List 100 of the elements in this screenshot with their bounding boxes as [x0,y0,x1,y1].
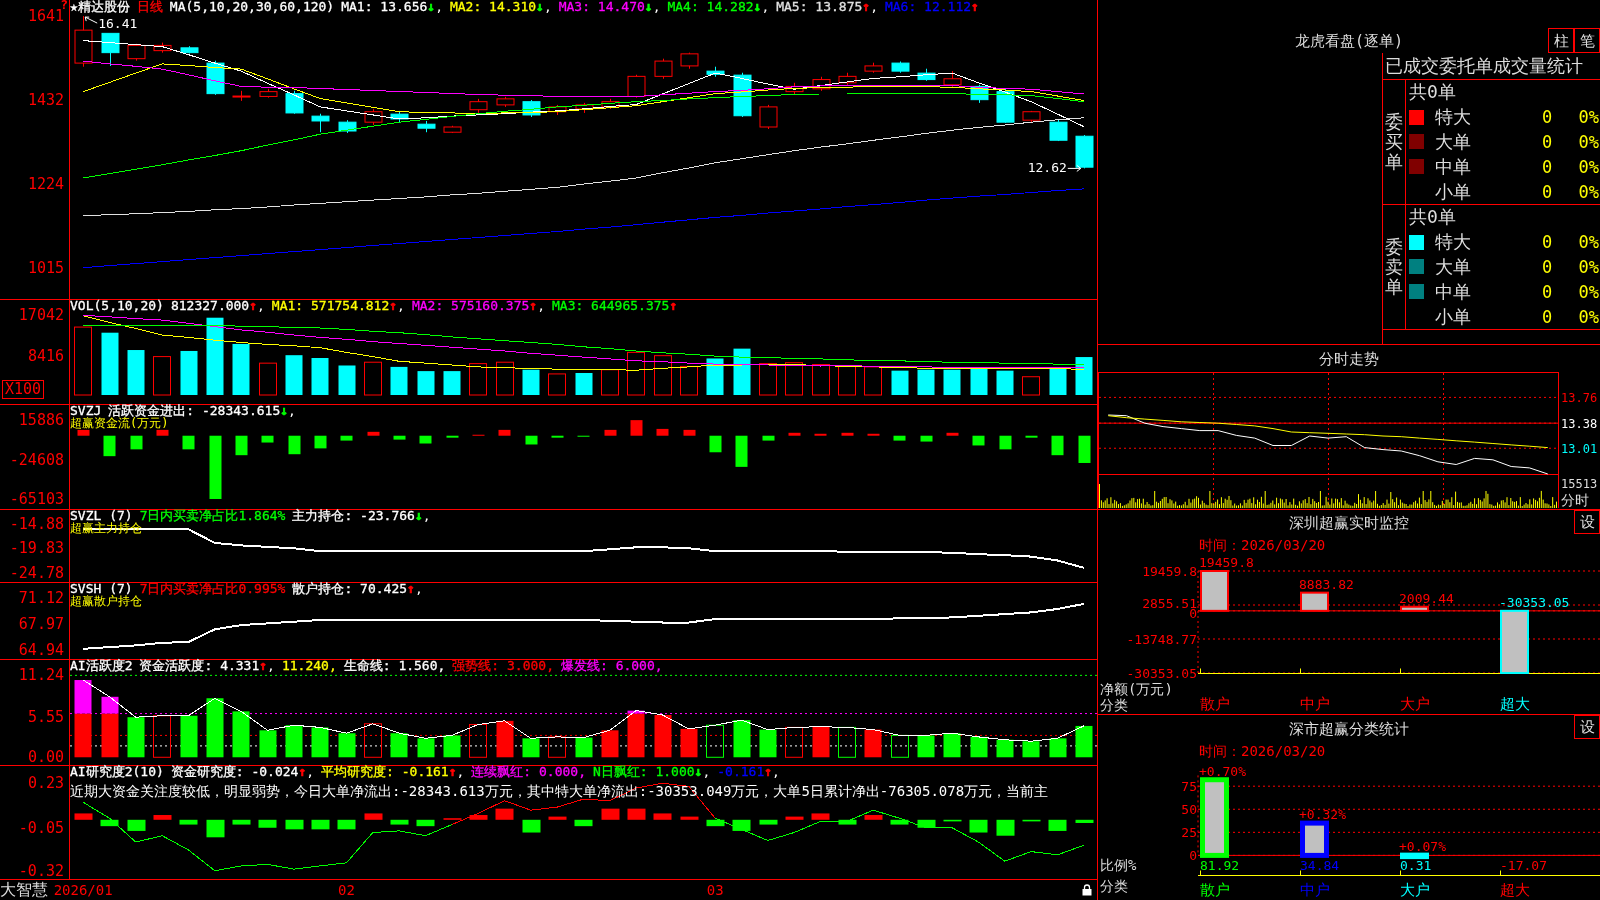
axis-tick-label: 15886 [18,411,64,430]
chart-bar [1500,609,1529,674]
trend-arrow: ↑, [862,0,878,13]
legend-item: N日飘红: 1.000 [593,765,695,778]
volume-bar [469,363,487,396]
research-bar [1048,819,1067,831]
order-count: 0 [1541,281,1553,302]
activity-bar [891,734,909,758]
fund-flow-bar [367,431,380,436]
axis-tick-label: 0 [1189,848,1197,864]
activity-bar [206,698,224,758]
research-bar [74,813,93,820]
legend-item: 主力持仓: -23.766 [292,509,415,522]
change-label: +0.70% [1199,763,1246,779]
trend-arrow: ↓, [694,765,711,778]
axis-tick-label: 1015 [27,258,64,277]
research-bar [337,819,356,830]
fund-flow-bar [709,435,722,453]
research-bar [416,819,435,827]
legend-item: 日线 [136,0,163,13]
volume-bar [390,366,408,395]
lock-icon[interactable] [1082,884,1092,896]
candle [364,108,383,126]
trend-arrow: ↓, [414,509,431,522]
legend-item: 强势线: 3.000, [452,659,554,672]
fund-flow-bar [604,429,617,436]
legend-item: MA5: 13.875 [776,0,863,13]
activity-bar [127,717,145,758]
axis-tick-label: 71.12 [18,588,64,607]
volume-bar [575,373,593,395]
chart-bar [1400,852,1429,860]
candle [232,90,251,102]
candle [101,32,120,67]
trend-arrow: ↑, [389,299,405,312]
order-share: 0% [1578,232,1600,253]
axis-title: 分类 [1100,878,1128,894]
view-toggle-button[interactable]: 柱 [1548,28,1574,53]
candle [127,43,146,62]
legend-item: MA3: 644965.375 [552,299,670,312]
activity-bar [970,736,988,758]
axis-tick-label: -14.88 [9,515,64,534]
fund-flow-bar [340,435,353,441]
activity-bar [259,730,277,758]
activity-bar [864,729,882,758]
research-bar [943,819,962,822]
panel-title: 深市超赢分类统计 [1289,719,1409,738]
settings-button[interactable]: 设 [1574,715,1600,739]
volume-bar [706,358,724,395]
trend-arrow: ↑, [448,765,465,778]
activity-bar [575,737,593,758]
candle [917,68,936,82]
candle [548,104,567,116]
volume-bar [443,371,461,395]
candle [285,90,304,115]
axis-title: 比例% [1100,857,1137,873]
volume-bar [654,355,672,396]
volume-bar [917,369,935,395]
activity-bar [74,680,92,714]
category-label: 大户 [1400,881,1430,899]
legend-item: MA3: 14.470 [558,0,645,13]
axis-tick-label: -0.32 [18,861,64,880]
volume-bar [759,363,777,396]
fund-flow-bar [498,429,511,436]
activity-bar [232,711,250,758]
fund-flow-bar [972,435,985,446]
activity-bar [153,715,171,758]
legend-item: MA2: 575160.375 [411,299,530,312]
order-size-label: 大单 [1435,256,1471,278]
volume-bar [838,365,856,396]
category-label: 大户 [1400,695,1430,713]
fund-flow-bar [841,432,854,436]
volume-bar [338,365,356,395]
activity-bar [943,733,961,758]
legend-item: 资金研究度: -0.024 [170,765,299,778]
research-bar [469,815,488,820]
legend-item: MA2: 14.310 [449,0,537,13]
arrow-icon [1067,164,1082,172]
fund-flow-bar [446,435,459,438]
research-bar [969,819,988,833]
fund-flow-bar [103,435,116,457]
research-bar [996,819,1015,836]
volume-bar [601,369,619,396]
candle [654,58,673,80]
candle [706,66,725,78]
order-size-label: 特大 [1435,106,1471,129]
table-title: 已成交委托单成交量统计 [1385,55,1583,77]
fund-flow-bar [867,433,880,436]
volume-bar [522,369,540,395]
fund-flow-bar [525,435,538,445]
fund-flow-bar [288,435,301,455]
view-toggle-button[interactable]: 笔 [1574,28,1600,53]
settings-button[interactable]: 设 [1574,510,1600,534]
order-count: 0 [1541,181,1553,202]
axis-tick-label: 25 [1181,825,1197,841]
volume-bar [232,343,250,395]
legend-item: ★精达股份 [70,0,130,13]
activity-bar [74,713,92,758]
fund-flow-bar [683,429,696,436]
timestamp: 时间：2026/03/20 [1199,536,1326,553]
candle [469,98,488,114]
